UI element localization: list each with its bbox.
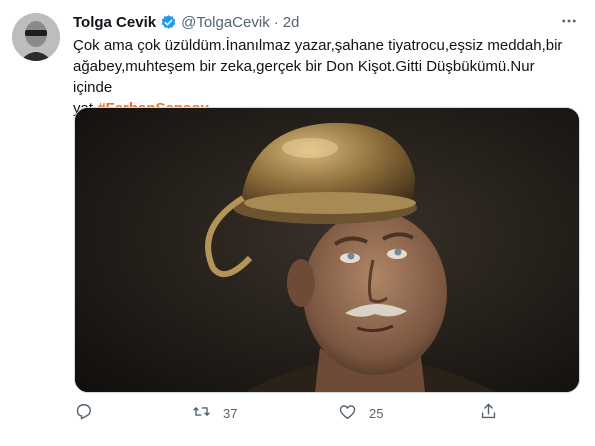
author-name[interactable]: Tolga Cevik [73, 14, 156, 31]
author-handle[interactable]: @TolgaCevik [181, 14, 270, 31]
timestamp[interactable]: 2d [283, 14, 300, 31]
tweet-header: Tolga Cevik @TolgaCevik · 2d [73, 11, 299, 33]
retweet-icon [192, 402, 211, 424]
avatar[interactable] [12, 13, 60, 61]
tweet-photo[interactable] [74, 107, 580, 393]
share-icon [479, 402, 498, 424]
more-options-icon[interactable] [556, 8, 582, 34]
share-button[interactable] [479, 398, 498, 428]
like-button[interactable]: 25 [338, 398, 383, 428]
separator-dot: · [273, 13, 279, 31]
reply-button[interactable] [74, 398, 93, 428]
tweet-text-line-1: Çok ama çok üzüldüm.İnanılmaz yazar,şaha… [73, 37, 563, 54]
verified-badge-icon [160, 14, 177, 31]
retweet-count: 37 [223, 405, 238, 421]
tweet-text-line-2: ağabey,muhteşem bir zeka,gerçek bir Don … [73, 58, 535, 96]
reply-icon [74, 402, 93, 424]
like-count: 25 [369, 405, 384, 421]
retweet-button[interactable]: 37 [192, 398, 237, 428]
tweet-card[interactable]: Tolga Cevik @TolgaCevik · 2d Çok ama çok… [0, 0, 595, 446]
tweet-actions: 37 25 [74, 398, 504, 428]
heart-icon [338, 402, 357, 424]
